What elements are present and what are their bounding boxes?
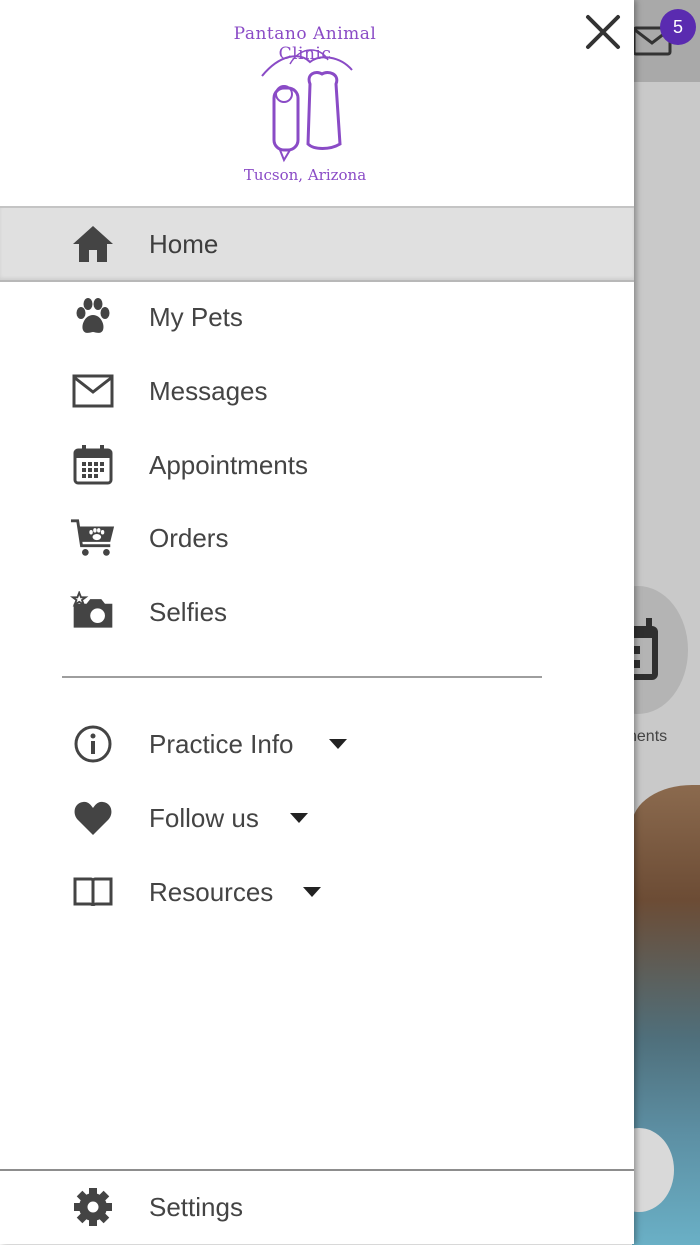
chevron-down-icon[interactable] <box>290 813 308 823</box>
unread-badge: 5 <box>660 9 696 45</box>
nav-item-appointments[interactable]: Appointments <box>0 429 634 501</box>
nav-item-label: Appointments <box>149 449 308 480</box>
info-icon <box>70 721 116 767</box>
nav-item-practice-info[interactable]: Practice Info <box>0 708 634 780</box>
nav-item-label: Settings <box>149 1191 243 1222</box>
nav-item-my-pets[interactable]: My Pets <box>0 281 634 353</box>
nav-item-settings[interactable]: Settings <box>0 1171 634 1243</box>
nav-item-resources[interactable]: Resources <box>0 856 634 928</box>
home-icon <box>70 221 116 267</box>
calendar-icon <box>70 442 116 488</box>
nav-item-label: Messages <box>149 375 268 406</box>
nav-item-label: Home <box>149 228 219 259</box>
navigation-drawer: Pantano Animal Clinic Tucson, Arizona Ho… <box>0 0 634 1244</box>
clinic-logo: Pantano Animal Clinic Tucson, Arizona <box>220 6 390 196</box>
logo-artwork <box>261 49 353 163</box>
gear-icon <box>70 1184 116 1230</box>
nav-item-selfies[interactable]: Selfies <box>0 576 634 648</box>
book-icon <box>70 869 116 915</box>
logo-location: Tucson, Arizona <box>243 166 367 184</box>
envelope-icon <box>70 368 116 414</box>
nav-item-orders[interactable]: Orders <box>0 502 634 574</box>
nav-item-follow-us[interactable]: Follow us <box>0 782 634 854</box>
nav-item-label: Selfies <box>149 596 228 627</box>
heart-icon <box>70 795 116 841</box>
menu-divider <box>62 676 542 678</box>
nav-item-label: Follow us <box>149 802 259 833</box>
nav-item-label: Orders <box>149 522 229 553</box>
nav-item-label: My Pets <box>149 301 243 332</box>
camera-icon <box>70 589 116 635</box>
chevron-down-icon[interactable] <box>329 739 347 749</box>
close-icon[interactable] <box>583 12 623 52</box>
nav-item-label: Practice Info <box>149 728 294 759</box>
paw-icon <box>70 294 116 340</box>
cart-icon <box>70 515 116 561</box>
nav-item-label: Resources <box>149 876 274 907</box>
nav-item-home[interactable]: Home <box>0 206 634 282</box>
nav-item-messages[interactable]: Messages <box>0 355 634 427</box>
chevron-down-icon[interactable] <box>303 887 321 897</box>
